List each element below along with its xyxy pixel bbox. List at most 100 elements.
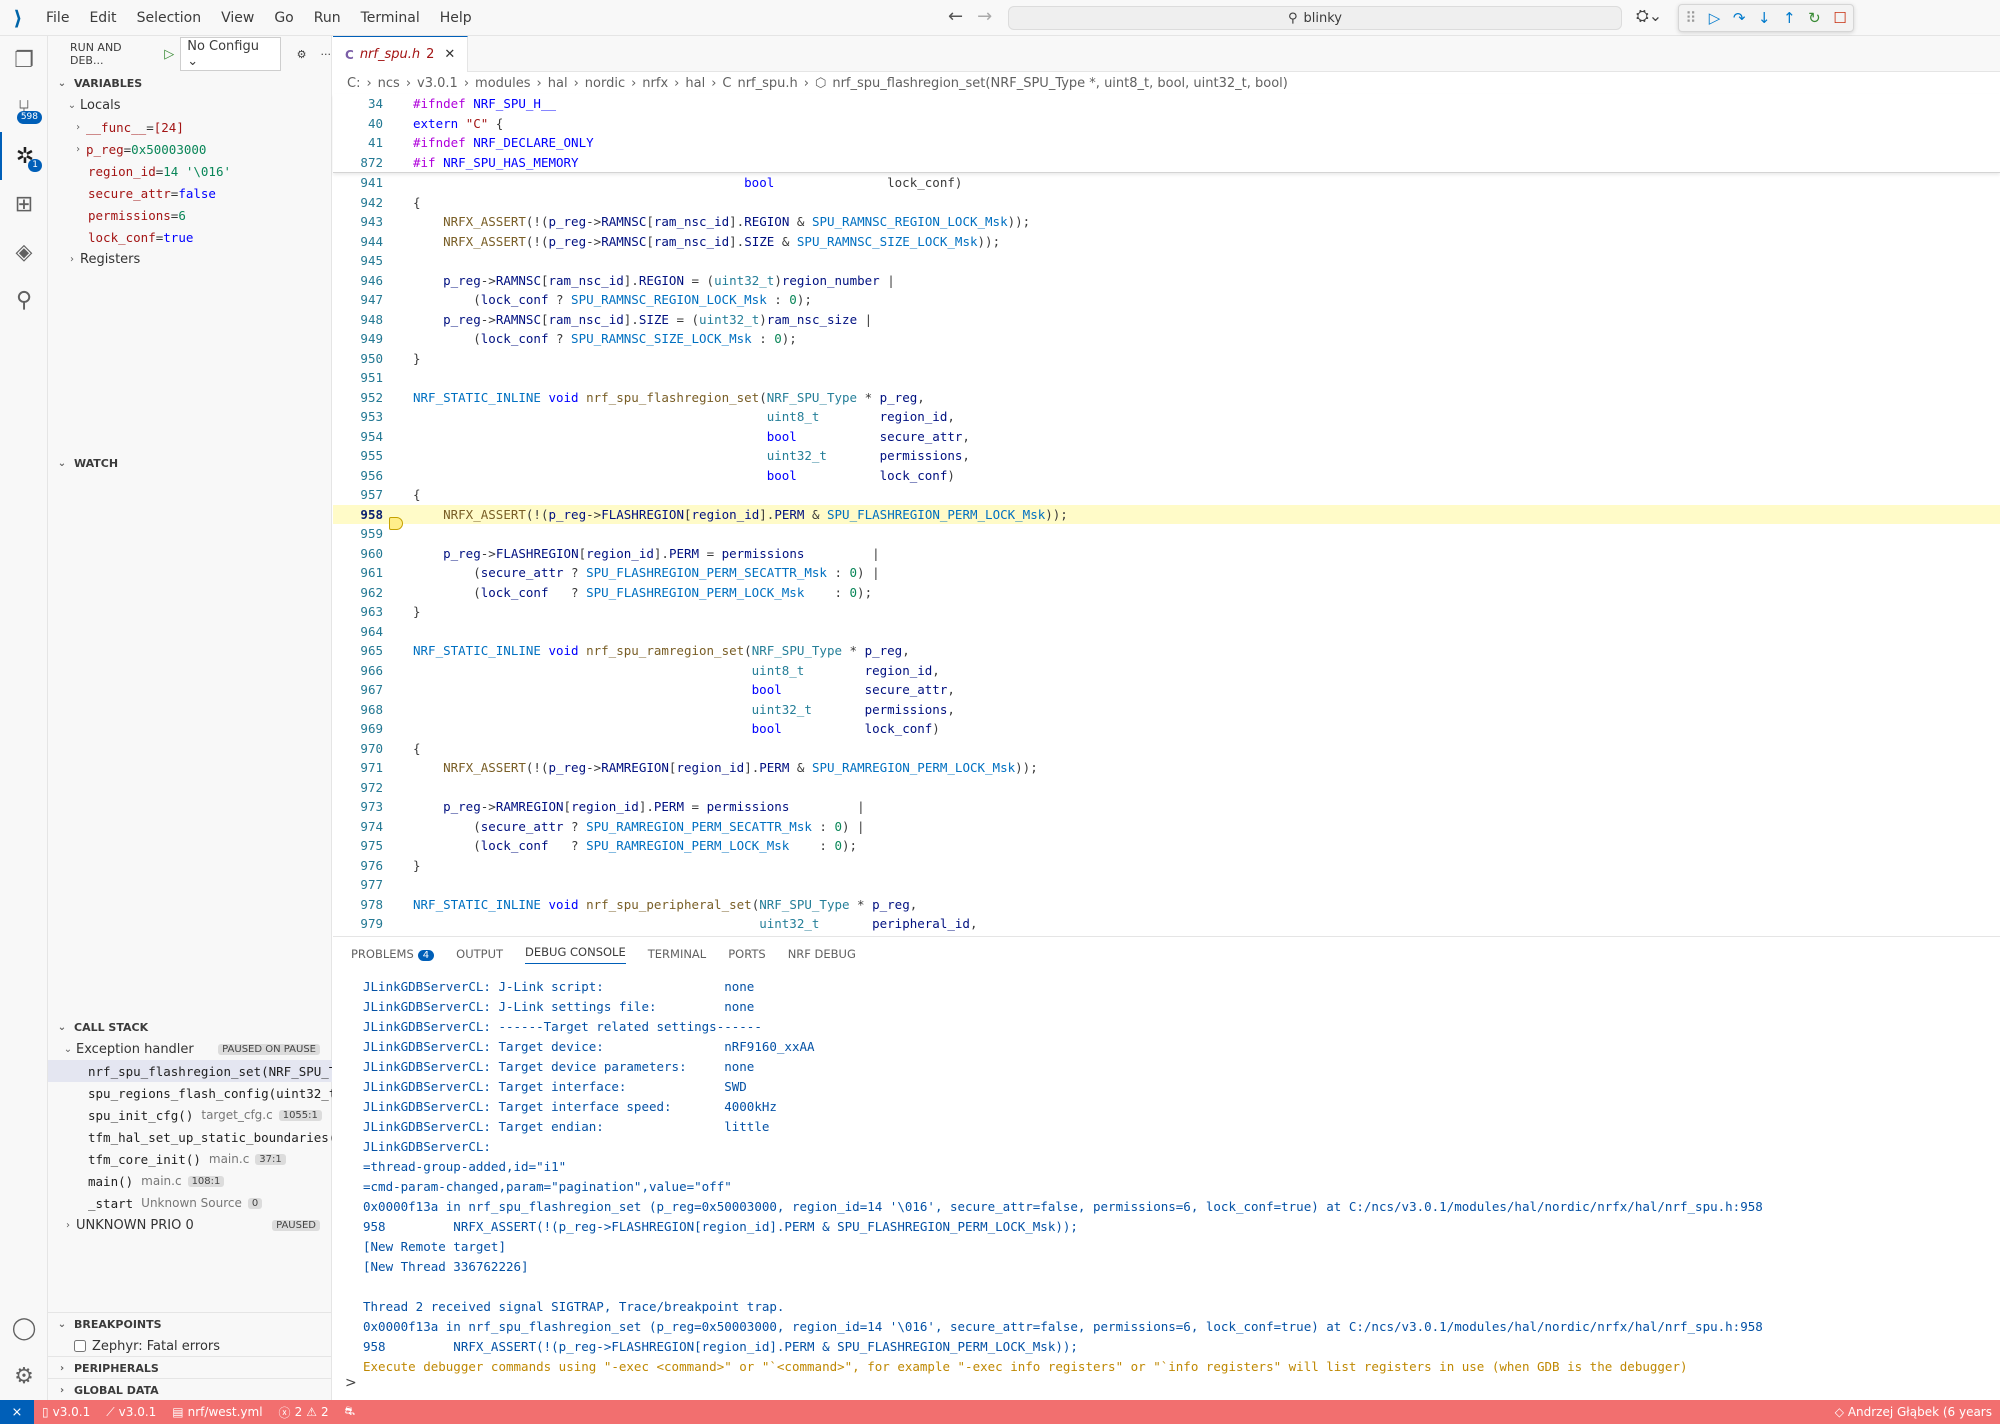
menu-item-run[interactable]: Run	[304, 0, 351, 36]
restart-icon[interactable]: ↻	[1808, 9, 1821, 27]
drag-handle-icon[interactable]: ⠿	[1685, 9, 1696, 27]
code-line[interactable]: 960 p_reg->FLASHREGION[region_id].PERM =…	[333, 544, 2000, 564]
code-line[interactable]: 979 uint32_t peripheral_id,	[333, 914, 2000, 934]
back-arrow-icon[interactable]: ←	[948, 6, 963, 27]
breakpoints-section-header[interactable]: ⌄ BREAKPOINTS	[48, 1313, 332, 1335]
run-debug-icon[interactable]: ✲ 1	[0, 132, 48, 180]
code-line[interactable]: 955 uint32_t permissions,	[333, 446, 2000, 466]
variable-row[interactable]: region_id = 14 '\016'	[48, 160, 331, 182]
panel-tab-nrf-debug[interactable]: NRF DEBUG	[788, 947, 856, 961]
code-line[interactable]: 962 (lock_conf ? SPU_FLASHREGION_PERM_LO…	[333, 583, 2000, 603]
variable-row[interactable]: › p_reg = 0x50003000	[48, 138, 331, 160]
status-debug[interactable]: ⛐	[337, 1404, 363, 1420]
command-center-search[interactable]: ⚲ blinky	[1008, 6, 1622, 30]
code-line[interactable]: 965 NRF_STATIC_INLINE void nrf_spu_ramreg…	[333, 641, 2000, 661]
thread-exception-handler[interactable]: ⌄ Exception handler PAUSED ON PAUSE	[48, 1038, 332, 1060]
code-line[interactable]: 966 uint8_t region_id,	[333, 661, 2000, 681]
code-line[interactable]: 945	[333, 251, 2000, 271]
code-line[interactable]: 34 #ifndef NRF_SPU_H__	[333, 94, 2000, 114]
breadcrumb-item[interactable]: ncs	[378, 76, 400, 91]
variables-section-header[interactable]: ⌄ VARIABLES	[48, 72, 331, 94]
breadcrumb-item[interactable]: C:	[347, 76, 360, 91]
code-line[interactable]: 975 (lock_conf ? SPU_RAMREGION_PERM_LOCK…	[333, 836, 2000, 856]
menu-item-help[interactable]: Help	[430, 0, 482, 36]
more-actions-icon[interactable]: ···	[321, 48, 332, 61]
panel-tab-terminal[interactable]: TERMINAL	[648, 947, 706, 961]
breadcrumb-item[interactable]: hal	[548, 76, 568, 91]
code-line[interactable]: 951	[333, 368, 2000, 388]
locals-scope[interactable]: ⌄ Locals	[48, 94, 331, 116]
start-debug-icon[interactable]: ▷	[164, 47, 174, 62]
code-line[interactable]: 963}	[333, 602, 2000, 622]
nrf-connect-icon[interactable]: ◈	[0, 228, 48, 276]
menu-item-view[interactable]: View	[211, 0, 264, 36]
code-line[interactable]: 954 bool secure_attr,	[333, 427, 2000, 447]
copilot-icon[interactable]: ⛭⌄	[1636, 6, 1662, 26]
code-line[interactable]: 959	[333, 524, 2000, 544]
stack-frame[interactable]: tfm_core_init() main.c 37:1	[48, 1148, 332, 1170]
variable-row[interactable]: lock_conf = true	[48, 226, 331, 248]
registers-scope[interactable]: › Registers	[48, 248, 331, 270]
remote-icon[interactable]: ⨯	[0, 1400, 34, 1424]
code-line[interactable]: 973 p_reg->RAMREGION[region_id].PERM = p…	[333, 797, 2000, 817]
code-line[interactable]: 944 NRFX_ASSERT(!(p_reg->RAMNSC[ram_nsc_…	[333, 232, 2000, 252]
code-view[interactable]: 941 bool lock_conf) 942{943 NRFX_ASSERT(!…	[333, 173, 2000, 934]
code-line[interactable]: 872 #if NRF_SPU_HAS_MEMORY	[333, 153, 2000, 173]
code-line[interactable]: 976}	[333, 856, 2000, 876]
code-line[interactable]: 956 bool lock_conf)	[333, 466, 2000, 486]
console-input[interactable]: >	[345, 1375, 357, 1391]
code-line[interactable]: 942 {	[333, 193, 2000, 213]
stack-frame[interactable]: spu_init_cfg() target_cfg.c 1055:1	[48, 1104, 332, 1126]
callstack-section-header[interactable]: ⌄ CALL STACK	[48, 1016, 332, 1038]
forward-arrow-icon[interactable]: →	[977, 6, 992, 27]
code-line[interactable]: 40 extern "C" {	[333, 114, 2000, 134]
tab-nrf-spu-h[interactable]: C nrf_spu.h 2 ✕	[333, 36, 469, 72]
close-icon[interactable]: ✕	[444, 47, 455, 62]
code-line[interactable]: 941 bool lock_conf)	[333, 173, 2000, 193]
continue-icon[interactable]: ▷	[1709, 9, 1721, 27]
code-line[interactable]: 947 (lock_conf ? SPU_RAMNSC_REGION_LOCK_…	[333, 290, 2000, 310]
menu-item-go[interactable]: Go	[264, 0, 303, 36]
code-line[interactable]: 977	[333, 875, 2000, 895]
code-line[interactable]: 969 bool lock_conf)	[333, 719, 2000, 739]
panel-tab-output[interactable]: OUTPUT	[456, 947, 503, 961]
settings-gear-icon[interactable]: ⚙	[297, 48, 307, 61]
code-line[interactable]: 957 {	[333, 485, 2000, 505]
source-control-icon[interactable]: ⑂ 598	[0, 84, 48, 132]
extensions-icon[interactable]: ⊞	[0, 180, 48, 228]
code-line[interactable]: 964	[333, 622, 2000, 642]
manage-gear-icon[interactable]: ⚙	[0, 1352, 48, 1400]
peripherals-section-header[interactable]: › PERIPHERALS	[48, 1357, 332, 1379]
breakpoint-checkbox[interactable]	[74, 1340, 86, 1352]
code-line[interactable]: 958 NRFX_ASSERT(!(p_reg->FLASHREGION[reg…	[333, 504, 2000, 531]
explorer-icon[interactable]: ❐	[0, 36, 48, 84]
thread-unknown-prio[interactable]: › UNKNOWN PRIO 0 PAUSED	[48, 1214, 332, 1236]
code-line[interactable]: 952 NRF_STATIC_INLINE void nrf_spu_flashr…	[333, 388, 2000, 408]
code-line[interactable]: 971 NRFX_ASSERT(!(p_reg->RAMREGION[regio…	[333, 758, 2000, 778]
code-line[interactable]: 978 NRF_STATIC_INLINE void nrf_spu_periph…	[333, 895, 2000, 915]
code-line[interactable]: 943 NRFX_ASSERT(!(p_reg->RAMNSC[ram_nsc_…	[333, 212, 2000, 232]
menu-item-selection[interactable]: Selection	[127, 0, 212, 36]
status-manifest[interactable]: ▤ nrf/west.yml	[164, 1405, 270, 1419]
stack-frame[interactable]: spu_regions_flash_config(uint32_t	[48, 1082, 332, 1104]
panel-tab-problems[interactable]: PROBLEMS 4	[351, 947, 435, 961]
menu-item-edit[interactable]: Edit	[79, 0, 126, 36]
global-data-section-header[interactable]: › GLOBAL DATA	[48, 1379, 332, 1401]
status-sdk[interactable]: ▯ v3.0.1	[34, 1405, 98, 1419]
code-line[interactable]: 950}	[333, 349, 2000, 369]
menu-item-terminal[interactable]: Terminal	[351, 0, 430, 36]
breadcrumb-item[interactable]: modules	[475, 76, 531, 91]
breadcrumb-item[interactable]: nordic	[585, 76, 625, 91]
watch-section-header[interactable]: ⌄ WATCH	[48, 452, 332, 474]
variable-row[interactable]: secure_attr = false	[48, 182, 331, 204]
code-line[interactable]: 949 (lock_conf ? SPU_RAMNSC_SIZE_LOCK_Ms…	[333, 329, 2000, 349]
stack-frame[interactable]: nrf_spu_flashregion_set(NRF_SPU_Ty	[48, 1060, 332, 1082]
stack-frame[interactable]: _start Unknown Source 0	[48, 1192, 332, 1214]
code-line[interactable]: 967 bool secure_attr,	[333, 680, 2000, 700]
stack-frame[interactable]: tfm_hal_set_up_static_boundaries(	[48, 1126, 332, 1148]
panel-tab-ports[interactable]: PORTS	[728, 947, 765, 961]
launch-config-select[interactable]: No Configu ⌄	[180, 37, 281, 71]
menu-item-file[interactable]: File	[36, 0, 79, 36]
nrf-devicetree-icon[interactable]: ⚲	[0, 276, 48, 324]
breadcrumb-item[interactable]: nrfx	[642, 76, 668, 91]
